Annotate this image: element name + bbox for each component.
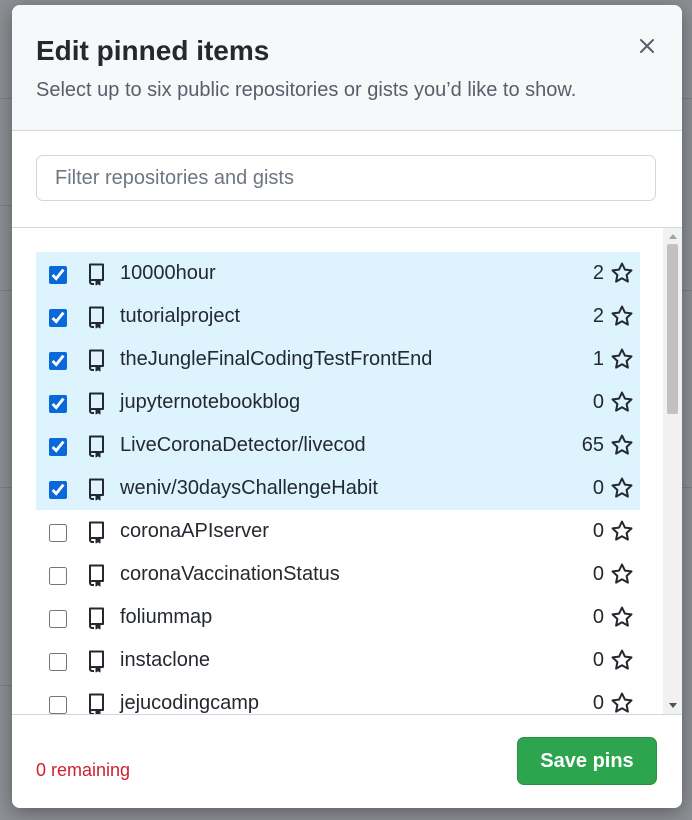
scrollbar-thumb[interactable] — [667, 244, 678, 414]
star-count: 65 — [581, 434, 604, 456]
repo-name: coronaVaccinationStatus — [120, 563, 340, 585]
repo-icon — [89, 392, 104, 415]
repo-icon — [89, 521, 104, 544]
star-count: 0 — [592, 520, 604, 542]
repo-checkbox[interactable] — [49, 438, 67, 456]
scroll-up-arrow-icon[interactable] — [669, 234, 677, 239]
repo-list-item[interactable]: instaclone 0 — [36, 639, 640, 682]
repo-name: foliummap — [120, 606, 213, 628]
background-divider — [682, 487, 692, 488]
repo-list-item[interactable]: jejucodingcamp 0 — [36, 682, 640, 714]
star-count: 0 — [592, 649, 604, 671]
star-count: 2 — [592, 305, 604, 327]
repo-name: coronaAPIserver — [120, 520, 269, 542]
repo-checkbox[interactable] — [49, 395, 67, 413]
repo-icon — [89, 306, 104, 329]
save-pins-button[interactable]: Save pins — [517, 737, 657, 785]
star-count: 0 — [592, 606, 604, 628]
star-icon — [611, 477, 633, 498]
star-icon — [611, 606, 633, 627]
repo-list-item[interactable]: theJungleFinalCodingTestFrontEnd 1 — [36, 338, 640, 381]
star-count: 1 — [592, 348, 604, 370]
repo-icon — [89, 349, 104, 372]
scroll-down-arrow-icon[interactable] — [669, 703, 677, 708]
repo-checkbox[interactable] — [49, 524, 67, 542]
x-icon — [640, 39, 654, 53]
repo-name: tutorialproject — [120, 305, 241, 327]
repo-checkbox[interactable] — [49, 696, 67, 714]
repo-checkbox[interactable] — [49, 610, 67, 628]
star-count: 0 — [592, 391, 604, 413]
scrollbar[interactable] — [663, 228, 682, 714]
repo-list-item[interactable]: tutorialproject 2 — [36, 295, 640, 338]
dialog-footer: 0 remaining Save pins — [12, 714, 682, 808]
star-icon — [611, 391, 633, 412]
repo-icon — [89, 693, 104, 714]
star-icon — [611, 348, 633, 369]
repo-list-item[interactable]: coronaVaccinationStatus 0 — [36, 553, 640, 596]
star-count: 2 — [592, 262, 604, 284]
dialog-subtitle: Select up to six public repositories or … — [36, 79, 577, 101]
repo-list-scroll-area[interactable]: 10000hour 2 tutorialproject 2 theJungleFinal… — [12, 228, 682, 714]
repo-icon — [89, 564, 104, 587]
repo-list-item[interactable]: foliummap 0 — [36, 596, 640, 639]
remaining-count: 0 remaining — [36, 760, 131, 780]
filter-input[interactable] — [36, 155, 656, 201]
repo-name: instaclone — [120, 649, 211, 671]
star-count: 0 — [592, 563, 604, 585]
dialog-title: Edit pinned items — [36, 35, 270, 66]
repo-list-item[interactable]: LiveCoronaDetector/livecod 65 — [36, 424, 640, 467]
repo-icon — [89, 607, 104, 630]
repo-checkbox[interactable] — [49, 266, 67, 284]
repo-checkbox[interactable] — [49, 309, 67, 327]
star-icon — [611, 520, 633, 541]
repo-list: 10000hour 2 tutorialproject 2 theJungleFinal… — [36, 252, 640, 714]
star-icon — [611, 692, 633, 713]
star-count: 0 — [592, 477, 604, 499]
repo-name: jupyternotebookblog — [120, 391, 301, 413]
repo-name: 10000hour — [120, 262, 216, 284]
repo-icon — [89, 478, 104, 501]
star-icon — [611, 305, 633, 326]
repo-icon — [89, 263, 104, 286]
star-icon — [611, 563, 633, 584]
repo-list-item[interactable]: 10000hour 2 — [36, 252, 640, 295]
repo-checkbox[interactable] — [49, 352, 67, 370]
repo-list-item[interactable]: coronaAPIserver 0 — [36, 510, 640, 553]
repo-name: jejucodingcamp — [120, 692, 259, 714]
background-divider — [682, 98, 692, 99]
close-button[interactable] — [632, 31, 662, 61]
repo-checkbox[interactable] — [49, 653, 67, 671]
repo-icon — [89, 435, 104, 458]
repo-name: LiveCoronaDetector/livecod — [120, 434, 366, 456]
edit-pinned-items-dialog: Edit pinned items Select up to six publi… — [12, 5, 682, 808]
background-divider — [682, 290, 692, 291]
repo-name: theJungleFinalCodingTestFrontEnd — [120, 348, 433, 370]
repo-list-item[interactable]: weniv/30daysChallengeHabit 0 — [36, 467, 640, 510]
star-icon — [611, 434, 633, 455]
dialog-header: Edit pinned items Select up to six publi… — [12, 5, 682, 131]
repo-name: weniv/30daysChallengeHabit — [120, 477, 378, 499]
repo-checkbox[interactable] — [49, 481, 67, 499]
repo-checkbox[interactable] — [49, 567, 67, 585]
star-count: 0 — [592, 692, 604, 714]
repo-list-item[interactable]: jupyternotebookblog 0 — [36, 381, 640, 424]
star-icon — [611, 262, 633, 283]
star-icon — [611, 649, 633, 670]
repo-icon — [89, 650, 104, 673]
